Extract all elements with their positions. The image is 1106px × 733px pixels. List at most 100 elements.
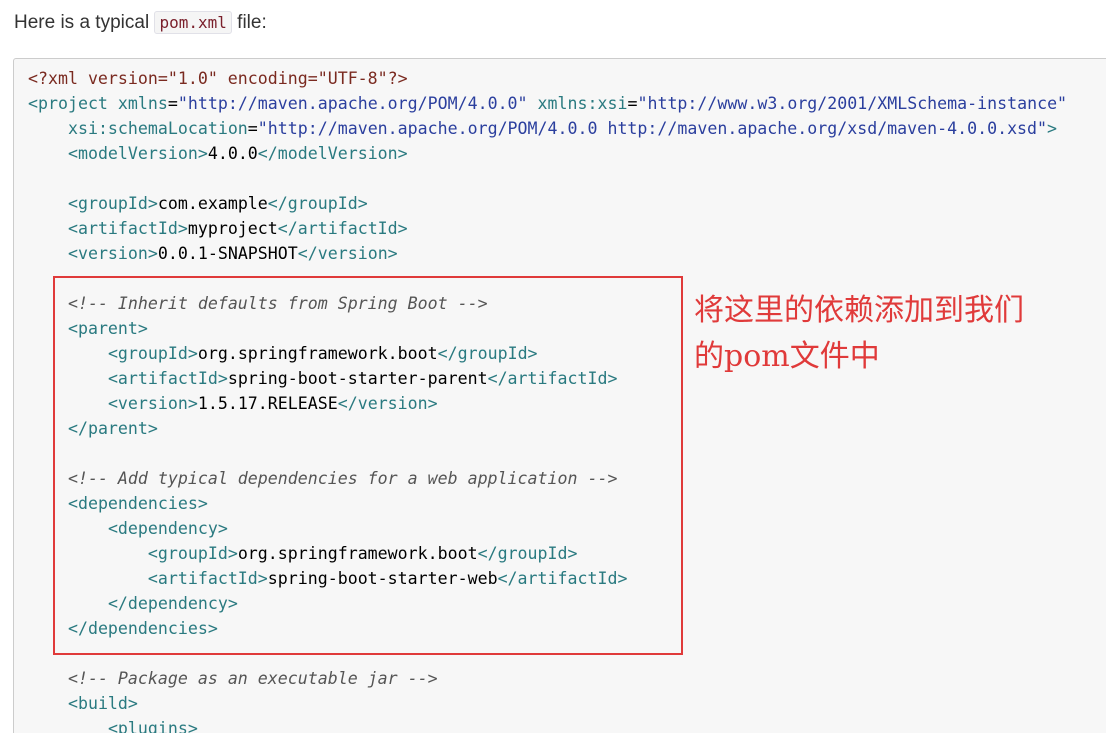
- code-token: <version>: [107, 394, 198, 413]
- code-token: <artifactId>: [147, 569, 268, 588]
- intro-text: Here is a typical pom.xml file:: [14, 9, 267, 37]
- code-token: <modelVersion>: [67, 144, 208, 163]
- code-token: </dependency>: [107, 594, 238, 613]
- code-token: "http://maven.apache.org/POM/4.0.0": [177, 94, 528, 113]
- code-token: >: [1047, 119, 1058, 138]
- code-line: ​: [28, 641, 1067, 666]
- code-line: ​: [28, 441, 1067, 466]
- code-token: <artifactId>: [67, 219, 188, 238]
- code-token: <!-- Add typical dependencies for a web …: [67, 469, 618, 488]
- code-token: <?xml version="1.0" encoding="UTF-8"?>: [28, 69, 408, 88]
- code-line: <version>1.5.17.RELEASE</version>: [28, 391, 1067, 416]
- code-token: </groupId>: [477, 544, 578, 563]
- code-line: </parent>: [28, 416, 1067, 441]
- code-token: <build>: [67, 694, 138, 713]
- code-token: </artifactId>: [277, 219, 408, 238]
- code-token: xmlns:xsi: [537, 94, 628, 113]
- code-token: <parent>: [67, 319, 148, 338]
- code-token: <groupId>: [147, 544, 238, 563]
- code-token: </version>: [297, 244, 398, 263]
- code-token: 1.5.17.RELEASE: [197, 394, 338, 413]
- code-token: spring-boot-starter-parent: [227, 369, 488, 388]
- code-line: <groupId>org.springframework.boot</group…: [28, 541, 1067, 566]
- code-token: </artifactId>: [497, 569, 628, 588]
- code-token: org.springframework.boot: [197, 344, 438, 363]
- code-lines: <?xml version="1.0" encoding="UTF-8"?> <p…: [28, 66, 1067, 733]
- code-token: <project: [28, 94, 118, 113]
- code-token: "http://www.w3.org/2001/XMLSchema-instan…: [637, 94, 1068, 113]
- code-line: <artifactId>spring-boot-starter-web</art…: [28, 566, 1067, 591]
- code-line: <build>: [28, 691, 1067, 716]
- code-line: <modelVersion>4.0.0</modelVersion>: [28, 141, 1067, 166]
- code-token: org.springframework.boot: [237, 544, 478, 563]
- code-line: <artifactId>myproject</artifactId>: [28, 216, 1067, 241]
- code-token: <!-- Inherit defaults from Spring Boot -…: [67, 294, 488, 313]
- code-token: </groupId>: [267, 194, 368, 213]
- code-token: </parent>: [67, 419, 158, 438]
- code-line: xsi:schemaLocation="http://maven.apache.…: [28, 116, 1067, 141]
- code-token: =: [167, 94, 178, 113]
- code-token: myproject: [187, 219, 278, 238]
- code-line: ​: [28, 166, 1067, 191]
- annotation-line-1: 将这里的依赖添加到我们: [694, 293, 1024, 328]
- code-token: </groupId>: [437, 344, 538, 363]
- code-token: </artifactId>: [487, 369, 618, 388]
- code-token: <plugins>: [107, 719, 198, 733]
- code-token: 0.0.1-SNAPSHOT: [157, 244, 298, 263]
- code-token: spring-boot-starter-web: [267, 569, 498, 588]
- code-line: <!-- Package as an executable jar -->: [28, 666, 1067, 691]
- code-token: xsi:schemaLocation: [67, 119, 248, 138]
- code-token: <groupId>: [107, 344, 198, 363]
- code-token: =: [627, 94, 638, 113]
- code-token: <dependencies>: [67, 494, 208, 513]
- inline-code-pom-xml: pom.xml: [154, 11, 232, 34]
- code-line: <dependency>: [28, 516, 1067, 541]
- code-line: <version>0.0.1-SNAPSHOT</version>: [28, 241, 1067, 266]
- code-line: </dependency>: [28, 591, 1067, 616]
- code-block[interactable]: <?xml version="1.0" encoding="UTF-8"?> <p…: [13, 58, 1106, 733]
- annotation-note: 将这里的依赖添加到我们 的pom文件中: [694, 288, 1074, 380]
- code-token: com.example: [157, 194, 268, 213]
- code-token: <!-- Package as an executable jar -->: [67, 669, 438, 688]
- code-line: <plugins>: [28, 716, 1067, 733]
- code-line: <?xml version="1.0" encoding="UTF-8"?>: [28, 66, 1067, 91]
- intro-suffix: file:: [231, 12, 267, 33]
- code-token: 4.0.0: [207, 144, 258, 163]
- code-token: <groupId>: [67, 194, 158, 213]
- code-line: </dependencies>: [28, 616, 1067, 641]
- intro-prefix: Here is a typical: [14, 12, 155, 33]
- code-token: =: [247, 119, 258, 138]
- code-line: <dependencies>: [28, 491, 1067, 516]
- code-token: </modelVersion>: [257, 144, 408, 163]
- annotation-line-2: 的pom文件中: [694, 339, 880, 374]
- code-token: <version>: [67, 244, 158, 263]
- code-token: </version>: [337, 394, 438, 413]
- code-token: xmlns: [117, 94, 168, 113]
- code-token: "http://maven.apache.org/POM/4.0.0 http:…: [257, 119, 1048, 138]
- code-token: <dependency>: [107, 519, 228, 538]
- code-token: <artifactId>: [107, 369, 228, 388]
- code-line: <project xmlns="http://maven.apache.org/…: [28, 91, 1067, 116]
